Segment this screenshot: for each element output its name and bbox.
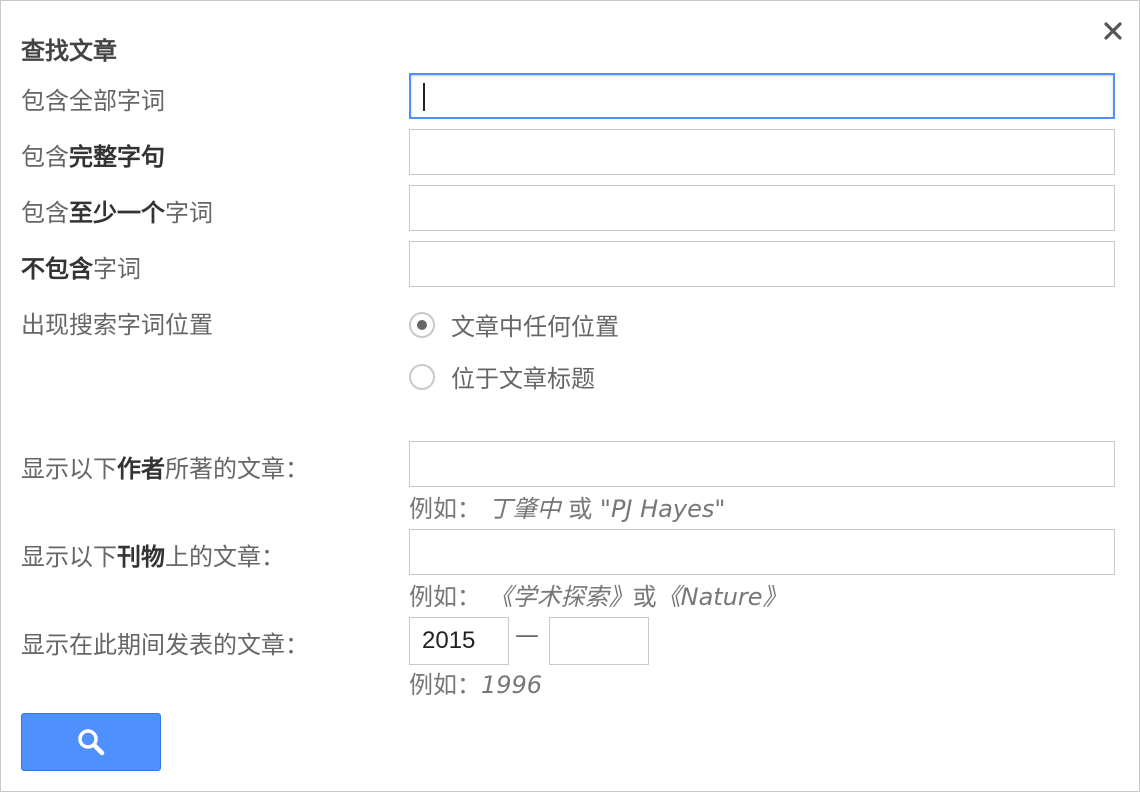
exact-phrase-label: 包含完整字句	[21, 137, 165, 172]
publication-hint-example1: 《学术探索》	[488, 583, 633, 611]
year-from-input[interactable]	[409, 617, 509, 665]
search-icon	[78, 729, 105, 756]
publication-label-post: 上的文章：	[165, 543, 285, 571]
without-words-label: 不包含字词	[21, 249, 141, 284]
publication-hint-or: 或	[632, 583, 657, 611]
all-words-input[interactable]	[409, 73, 1115, 119]
at-least-one-label-post: 字词	[165, 199, 213, 227]
occurrence-option-anywhere-label: 文章中任何位置	[451, 313, 619, 341]
at-least-one-label-pre: 包含	[21, 199, 69, 227]
author-label-bold: 作者	[117, 455, 165, 483]
author-label: 显示以下作者所著的文章：	[21, 449, 309, 484]
publication-hint: 例如： 《学术探索》或《Nature》	[409, 577, 787, 612]
author-label-pre: 显示以下	[21, 455, 117, 483]
publication-label: 显示以下刊物上的文章：	[21, 537, 285, 572]
date-range-label: 显示在此期间发表的文章：	[21, 631, 309, 659]
date-range-hint-example: 1996	[481, 671, 543, 699]
at-least-one-label-bold: 至少一个	[69, 199, 165, 227]
publication-input[interactable]	[409, 529, 1115, 575]
date-range-hint-prefix: 例如：	[409, 671, 481, 699]
date-range-hint: 例如：1996	[409, 665, 542, 700]
occurrence-label: 出现搜索字词位置	[21, 311, 213, 339]
radio-checked-icon[interactable]	[409, 311, 435, 338]
radio-unchecked-icon[interactable]	[409, 363, 435, 390]
search-button[interactable]	[21, 713, 161, 771]
publication-hint-prefix: 例如：	[409, 583, 481, 611]
advanced-search-dialog: 查找文章 包含全部字词 包含完整字句 包含至少一个字词 不包含字词 出现搜索字词…	[0, 0, 1140, 792]
author-hint: 例如： 丁肇中 或 "PJ Hayes"	[409, 489, 725, 524]
author-hint-prefix: 例如：	[409, 495, 481, 523]
occurrence-option-anywhere[interactable]: 文章中任何位置	[409, 307, 619, 342]
without-words-label-post: 字词	[93, 255, 141, 283]
all-words-label: 包含全部字词	[21, 87, 165, 115]
author-input[interactable]	[409, 441, 1115, 487]
without-words-input[interactable]	[409, 241, 1115, 287]
text-caret	[423, 83, 425, 111]
occurrence-option-title-label: 位于文章标题	[451, 365, 595, 393]
exact-phrase-label-bold: 完整字句	[69, 143, 165, 171]
at-least-one-input[interactable]	[409, 185, 1115, 231]
occurrence-option-title[interactable]: 位于文章标题	[409, 359, 595, 394]
year-to-input[interactable]	[549, 617, 649, 665]
close-icon	[1104, 22, 1122, 40]
publication-label-bold: 刊物	[117, 543, 165, 571]
dialog-title: 查找文章	[21, 37, 117, 65]
at-least-one-label: 包含至少一个字词	[21, 193, 213, 228]
author-hint-example2: "PJ Hayes"	[599, 495, 726, 523]
author-hint-or: 或	[560, 495, 600, 523]
exact-phrase-input[interactable]	[409, 129, 1115, 175]
exact-phrase-label-pre: 包含	[21, 143, 69, 171]
publication-label-pre: 显示以下	[21, 543, 117, 571]
date-range-dash: —	[515, 621, 539, 649]
author-hint-example1: 丁肇中	[488, 495, 561, 523]
publication-hint-example2: 《Nature》	[656, 583, 787, 611]
close-button[interactable]	[1097, 15, 1129, 47]
without-words-label-bold: 不包含	[21, 255, 93, 283]
author-label-post: 所著的文章：	[165, 455, 309, 483]
